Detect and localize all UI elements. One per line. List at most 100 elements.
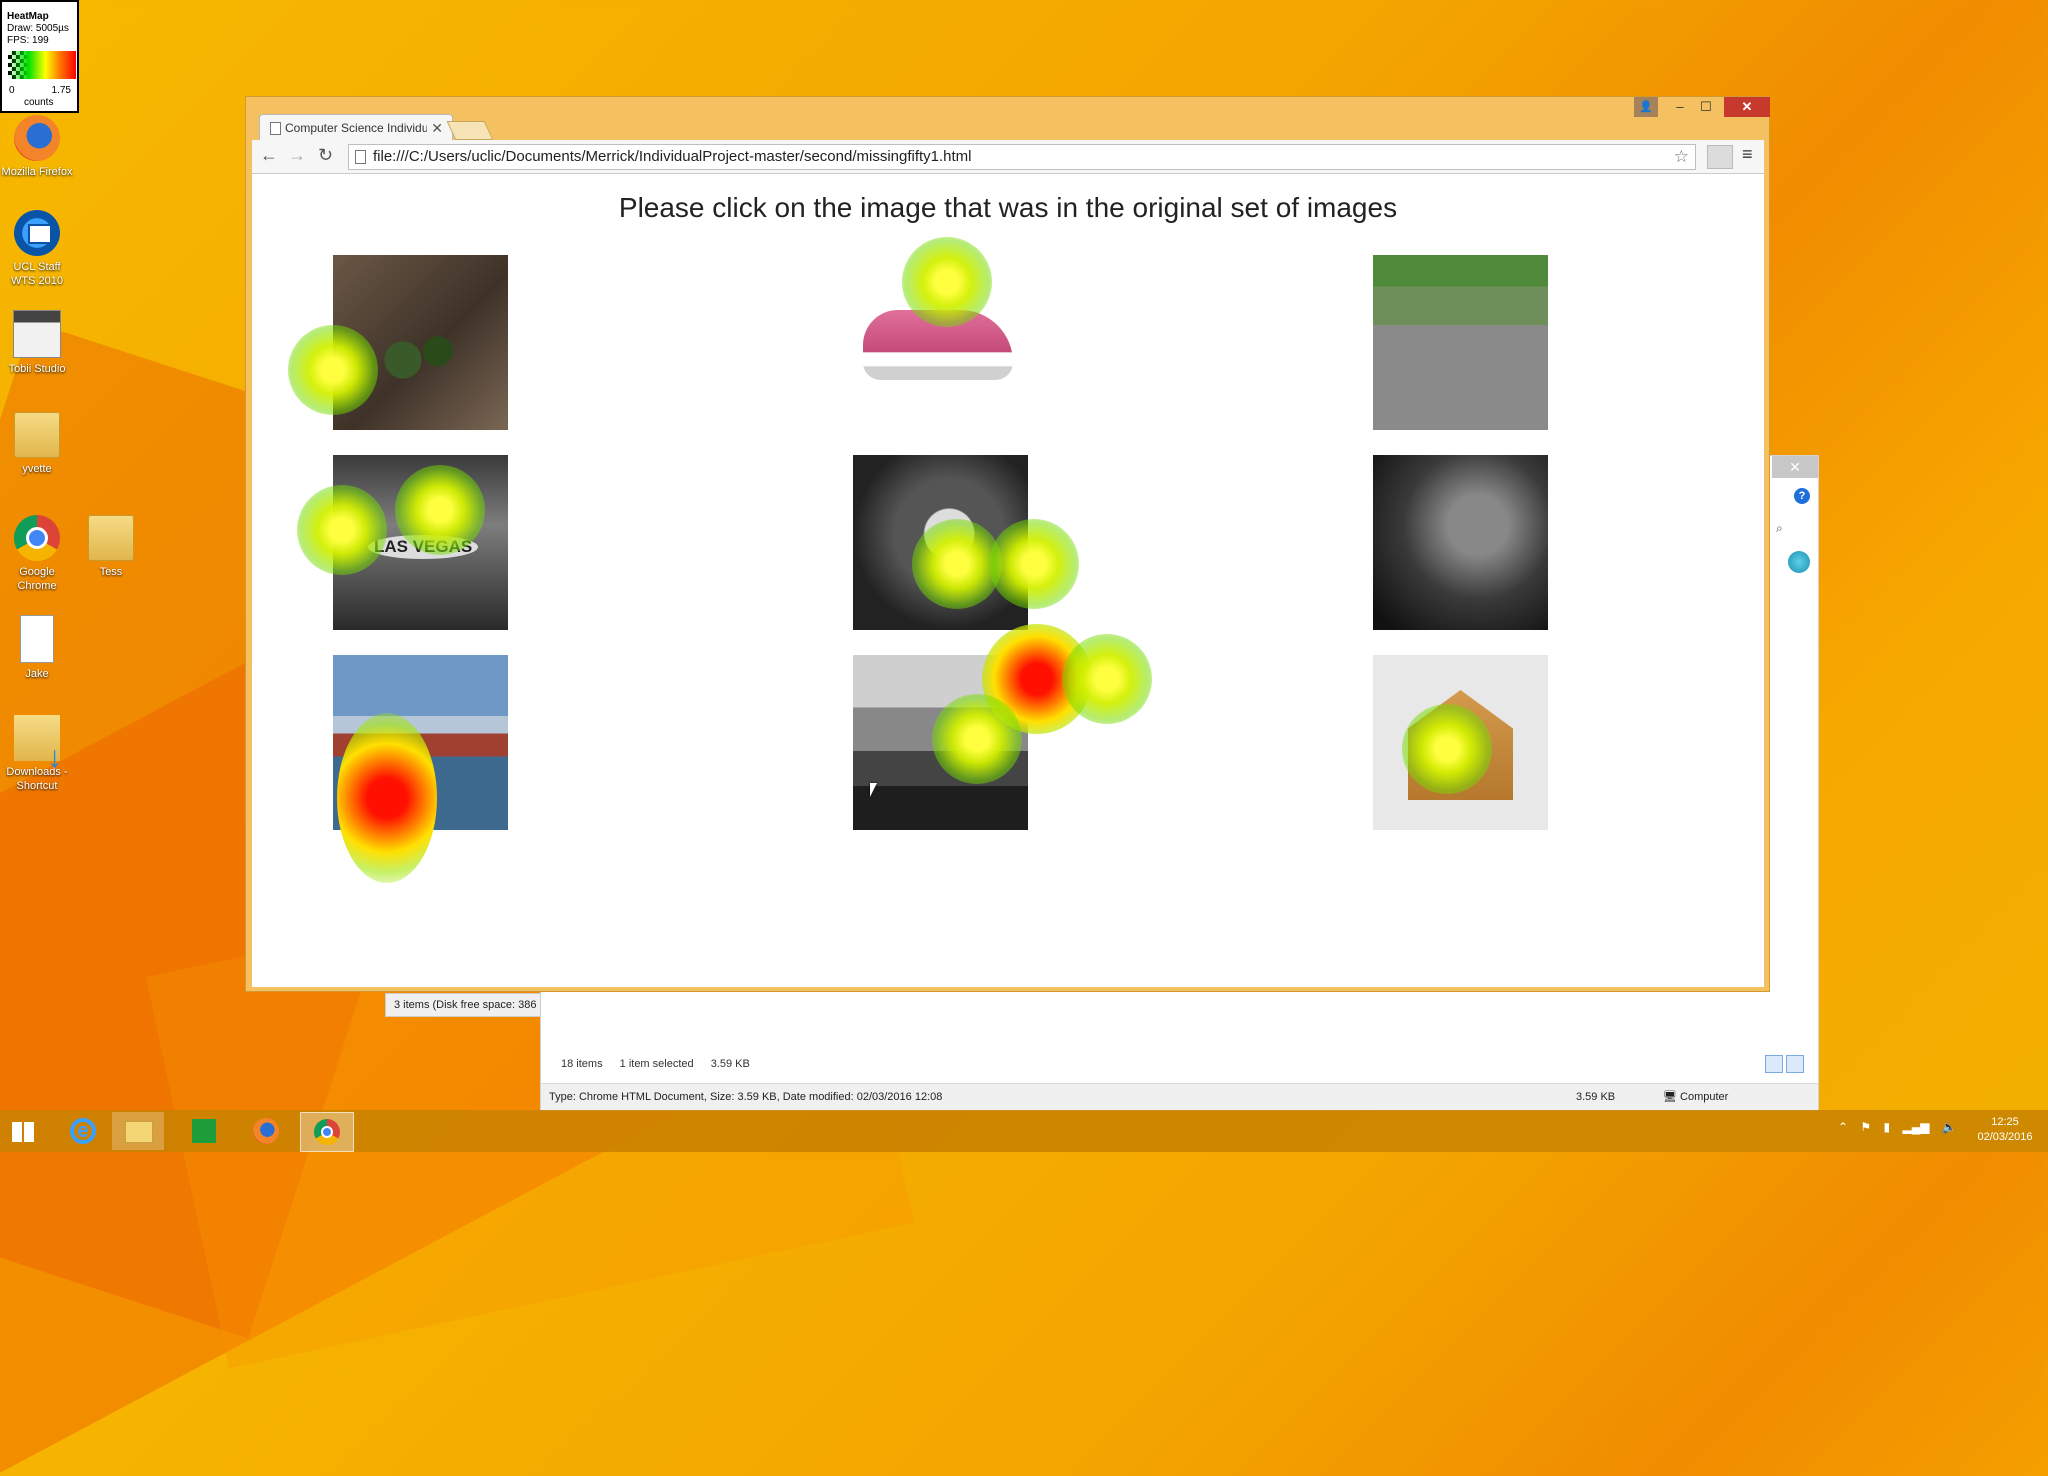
back-arrow-icon[interactable]: ← <box>260 145 278 166</box>
heatmap-legend: HeatMap Draw: 5005µs FPS: 199 0 1.75 cou… <box>0 0 79 113</box>
selected-size: 3.59 KB <box>710 1058 750 1070</box>
chrome-icon <box>314 1119 340 1145</box>
lake-image[interactable] <box>853 655 1028 830</box>
house-shape <box>1408 690 1513 800</box>
show-hidden-icons-icon[interactable]: ⌃ <box>1838 1120 1848 1134</box>
heatmap-legend-title: HeatMap <box>7 11 49 22</box>
firefox-icon <box>14 115 60 161</box>
heatmap-max-label: 1.75 <box>51 85 71 96</box>
search-icon[interactable]: ⌕ <box>1776 521 1792 537</box>
ship-image[interactable] <box>333 655 508 830</box>
url-text: file:///C:/Users/uclic/Documents/Merrick… <box>373 148 972 165</box>
location-label: Computer <box>1680 1091 1729 1103</box>
desktop-icon-label: yvette <box>22 463 52 475</box>
volume-icon[interactable]: 🔈 <box>1942 1120 1957 1134</box>
las-vegas-sign-image[interactable]: LAS VEGAS <box>333 455 508 630</box>
taskbar-firefox[interactable] <box>240 1112 292 1150</box>
desktop-icon-label: Mozilla Firefox <box>1 166 73 178</box>
browser-tab[interactable]: Computer Science Individu ✕ <box>259 114 453 141</box>
desktop-icon-ucl-staff[interactable]: UCL Staff WTS 2010 <box>0 210 74 288</box>
page-heading: Please click on the image that was in th… <box>618 192 1398 223</box>
explorer-close-button[interactable]: ✕ <box>1772 456 1818 478</box>
windows-logo-icon <box>12 1122 34 1142</box>
reload-icon[interactable]: ↻ <box>318 145 333 166</box>
file-explorer-icon <box>125 1121 153 1143</box>
start-button[interactable] <box>0 1112 52 1150</box>
mouse-cursor <box>870 783 877 797</box>
page-icon <box>355 150 366 164</box>
desktop-icon-tess[interactable]: Tess <box>74 515 148 579</box>
signal-icon[interactable]: ▂▄▆ <box>1902 1120 1929 1134</box>
desktop-icon-label: Tess <box>99 566 123 578</box>
explorer-status-bar: 18 items 1 item selected 3.59 KB <box>561 1058 764 1070</box>
desktop-icon-yvette[interactable]: yvette <box>0 412 74 476</box>
taskbar-chrome[interactable] <box>300 1112 354 1152</box>
menu-icon[interactable]: ≡ <box>1742 144 1753 165</box>
location-text: 🖥 Computer <box>1663 1091 1729 1103</box>
system-tray: ⌃ ⚑ ▮ ▂▄▆ 🔈 <box>1838 1120 1966 1134</box>
tab-close-icon[interactable]: ✕ <box>431 115 443 141</box>
desktop-icon-label: UCL Staff WTS 2010 <box>11 261 63 287</box>
bookmark-star-icon[interactable]: ☆ <box>1674 145 1689 169</box>
desktop-icon-label: Downloads - Shortcut <box>6 766 68 792</box>
heatmap-fixation <box>1062 634 1152 724</box>
items-count: 18 items <box>561 1058 603 1070</box>
sneaker-shape <box>863 310 1013 380</box>
chrome-browser-window[interactable]: Computer Science Individu ✕ 👤 – ☐ ✕ ← → … <box>245 96 1770 992</box>
desktop-icon-jake[interactable]: Jake <box>0 615 74 681</box>
desktop-icon-label: Google Chrome <box>17 566 57 592</box>
view-buttons <box>1762 1055 1804 1078</box>
clock-time: 12:25 <box>1991 1116 2019 1128</box>
heatmap-fps: FPS: 199 <box>7 35 49 46</box>
user-profile-button[interactable]: 👤 <box>1634 97 1658 117</box>
tab-title: Computer Science Individu <box>285 121 427 135</box>
large-icons-view-icon[interactable] <box>1786 1055 1804 1073</box>
clock-date: 02/03/2016 <box>1977 1131 2033 1143</box>
desktop-icon-firefox[interactable]: Mozilla Firefox <box>0 115 74 179</box>
flag-icon[interactable]: ⚑ <box>1860 1120 1871 1134</box>
explorer-details-bar: Type: Chrome HTML Document, Size: 3.59 K… <box>541 1083 1818 1110</box>
remote-desktop-icon <box>14 210 60 256</box>
gingerbread-house-image[interactable] <box>1373 655 1548 830</box>
desktop-icon-google-chrome[interactable]: Google Chrome <box>0 515 74 593</box>
file-size-text: 3.59 KB <box>1576 1091 1616 1103</box>
browser-toolbar: ← → ↻ file:///C:/Users/uclic/Documents/M… <box>252 140 1764 174</box>
explorer-status-left: 3 items (Disk free space: 386 <box>385 993 541 1017</box>
minimize-button[interactable]: – <box>1668 97 1692 117</box>
document-icon <box>20 615 54 663</box>
globe-icon <box>1788 551 1810 573</box>
details-view-icon[interactable] <box>1765 1055 1783 1073</box>
sneaker-image[interactable] <box>853 255 1028 430</box>
lemur-image[interactable] <box>853 455 1028 630</box>
page-content: Please click on the image that was in th… <box>252 174 1764 987</box>
file-details-text: Type: Chrome HTML Document, Size: 3.59 K… <box>549 1091 943 1103</box>
folder-icon <box>88 515 134 561</box>
heatmap-units-label: counts <box>24 97 54 108</box>
go-kart-image[interactable] <box>1373 255 1548 430</box>
page-icon <box>270 122 281 135</box>
taskbar-internet-explorer[interactable]: e <box>56 1112 108 1150</box>
help-icon[interactable]: ? <box>1794 488 1810 504</box>
desktop-icon-downloads-shortcut[interactable]: Downloads - Shortcut <box>0 715 74 793</box>
taskbar-file-explorer[interactable] <box>112 1112 164 1150</box>
frogs-image[interactable] <box>333 255 508 430</box>
chrome-icon <box>14 515 60 561</box>
window-close-button[interactable]: ✕ <box>1724 97 1770 117</box>
maximize-button[interactable]: ☐ <box>1694 97 1718 117</box>
firefox-icon <box>253 1118 279 1144</box>
heatmap-min-label: 0 <box>9 85 15 96</box>
forward-arrow-icon[interactable]: → <box>288 145 306 166</box>
selected-count: 1 item selected <box>619 1058 694 1070</box>
new-tab-button[interactable] <box>446 121 494 140</box>
extension-icon[interactable] <box>1707 145 1733 169</box>
network-icon[interactable]: ▮ <box>1884 1120 1891 1134</box>
desktop-icon-tobii-studio[interactable]: Tobii Studio <box>0 310 74 376</box>
clock[interactable]: 12:25 02/03/2016 <box>1965 1115 2045 1145</box>
leaf-droplets-image[interactable] <box>1373 455 1548 630</box>
downloads-shortcut-icon <box>14 715 62 765</box>
folder-icon <box>14 412 60 458</box>
taskbar: e ⌃ ⚑ ▮ ▂▄▆ 🔈 12:25 02/03/2016 <box>0 1110 2048 1152</box>
address-bar[interactable]: file:///C:/Users/uclic/Documents/Merrick… <box>348 144 1696 170</box>
taskbar-store[interactable] <box>178 1112 230 1150</box>
store-icon <box>192 1119 216 1143</box>
